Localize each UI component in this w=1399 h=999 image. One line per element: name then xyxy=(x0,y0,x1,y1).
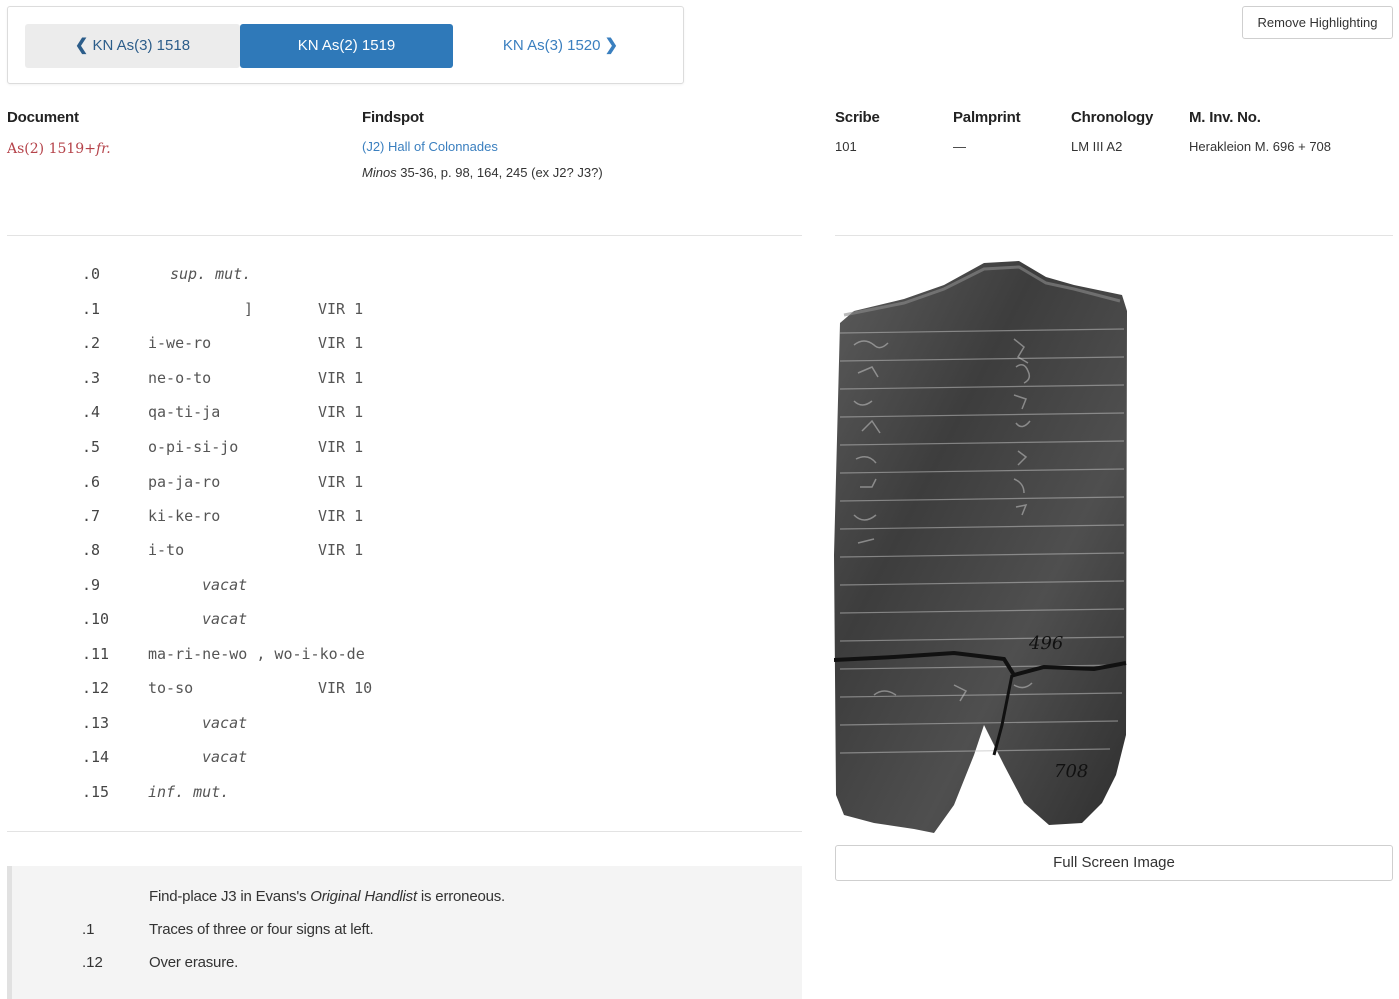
divider xyxy=(7,235,802,236)
chronology-heading: Chronology xyxy=(1071,109,1154,126)
line-text: vacat xyxy=(202,714,248,732)
palmprint-value: — xyxy=(953,139,966,154)
line-text: ne-o-to xyxy=(148,369,212,387)
findspot-link[interactable]: (J2) Hall of Colonnades xyxy=(362,139,498,154)
inventory-mark: 496 xyxy=(1028,633,1063,654)
notes-panel: Find-place J3 in Evans's Original Handli… xyxy=(7,866,802,999)
line-text: i-we-ro xyxy=(148,334,212,352)
line-text: qa-ti-ja xyxy=(148,403,221,421)
line-text: pa-ja-ro xyxy=(148,473,221,491)
note-general-suffix: is erroneous. xyxy=(416,888,506,905)
full-screen-image-button[interactable]: Full Screen Image xyxy=(835,845,1393,881)
divider xyxy=(835,235,1393,236)
next-document-button[interactable]: KN As(3) 1520 ❯ xyxy=(453,24,668,68)
line-text: sup. mut. xyxy=(170,265,252,283)
findspot-reference: Minos 35-36, p. 98, 164, 245 (ex J2? J3?… xyxy=(362,165,603,180)
line-text: o-pi-si-jo xyxy=(148,438,239,456)
note-general-prefix: Find-place J3 in Evans's xyxy=(149,888,311,905)
chevron-left-icon: ❮ xyxy=(74,37,89,54)
line-number: .3 xyxy=(82,369,101,387)
inventory-value: Herakleion M. 696 + 708 xyxy=(1189,139,1332,154)
remove-highlighting-button[interactable]: Remove Highlighting xyxy=(1242,6,1393,39)
line-value: VIR 1 xyxy=(318,473,364,491)
scribe-value: 101 xyxy=(835,139,857,154)
line-number: .15 xyxy=(82,783,110,801)
findspot-heading: Findspot xyxy=(362,109,424,126)
inventory-heading: M. Inv. No. xyxy=(1189,109,1261,126)
document-value: As(2) 1519+fr. xyxy=(7,141,111,157)
tablet-photo[interactable]: 496 708 xyxy=(834,255,1134,835)
chronology-value: LM III A2 xyxy=(1071,139,1123,154)
line-value: VIR 1 xyxy=(318,507,364,525)
line-text: ma-ri-ne-wo , wo-i-ko-de xyxy=(148,645,365,663)
line-text: vacat xyxy=(202,576,248,594)
line-text: inf. mut. xyxy=(148,783,230,801)
line-value: VIR 10 xyxy=(318,679,373,697)
line-number: .7 xyxy=(82,507,101,525)
line-number: .13 xyxy=(82,714,110,732)
document-heading: Document xyxy=(7,109,79,126)
previous-document-button[interactable]: ❮ KN As(3) 1518 xyxy=(25,24,240,68)
note-general-title: Original Handlist xyxy=(310,888,417,905)
line-text: ] xyxy=(244,300,254,318)
line-number: .1 xyxy=(82,300,101,318)
next-document-label: KN As(3) 1520 xyxy=(502,37,601,54)
line-number: .12 xyxy=(82,679,110,697)
line-number: .10 xyxy=(82,610,110,628)
line-number: .11 xyxy=(82,645,110,663)
document-id: As(2) 1519 xyxy=(7,141,85,157)
findspot-reference-title: Minos xyxy=(362,165,397,180)
line-text: vacat xyxy=(202,610,248,628)
chevron-right-icon: ❯ xyxy=(604,37,619,54)
line-value: VIR 1 xyxy=(318,369,364,387)
line-number: .6 xyxy=(82,473,101,491)
current-document-label: KN As(2) 1519 xyxy=(297,37,396,54)
line-number: .4 xyxy=(82,403,101,421)
line-number: .8 xyxy=(82,541,101,559)
document-pager: ❮ KN As(3) 1518 KN As(2) 1519 KN As(3) 1… xyxy=(7,6,684,84)
divider xyxy=(7,831,802,832)
line-text: i-to xyxy=(148,541,185,559)
line-number: .9 xyxy=(82,576,101,594)
line-text: ki-ke-ro xyxy=(148,507,221,525)
findspot-reference-details: 35-36, p. 98, 164, 245 (ex J2? J3?) xyxy=(396,165,603,180)
current-document-button[interactable]: KN As(2) 1519 xyxy=(240,24,453,68)
note-text: Over erasure. xyxy=(149,954,239,971)
line-value: VIR 1 xyxy=(318,300,364,318)
line-text: to-so xyxy=(148,679,194,697)
line-value: VIR 1 xyxy=(318,334,364,352)
scribe-heading: Scribe xyxy=(835,109,880,126)
line-value: VIR 1 xyxy=(318,541,364,559)
note-line-number: .1 xyxy=(82,921,95,938)
line-number: .0 xyxy=(82,265,101,283)
note-line-number: .12 xyxy=(82,954,103,971)
line-text: vacat xyxy=(202,748,248,766)
line-number: .14 xyxy=(82,748,110,766)
line-value: VIR 1 xyxy=(318,403,364,421)
note-text: Traces of three or four signs at left. xyxy=(149,921,374,938)
line-value: VIR 1 xyxy=(318,438,364,456)
inventory-mark: 708 xyxy=(1054,761,1088,782)
document-suffix: +fr. xyxy=(84,141,111,157)
palmprint-heading: Palmprint xyxy=(953,109,1021,126)
previous-document-label: KN As(3) 1518 xyxy=(92,37,191,54)
line-number: .2 xyxy=(82,334,101,352)
line-number: .5 xyxy=(82,438,101,456)
note-general: Find-place J3 in Evans's Original Handli… xyxy=(149,888,505,905)
